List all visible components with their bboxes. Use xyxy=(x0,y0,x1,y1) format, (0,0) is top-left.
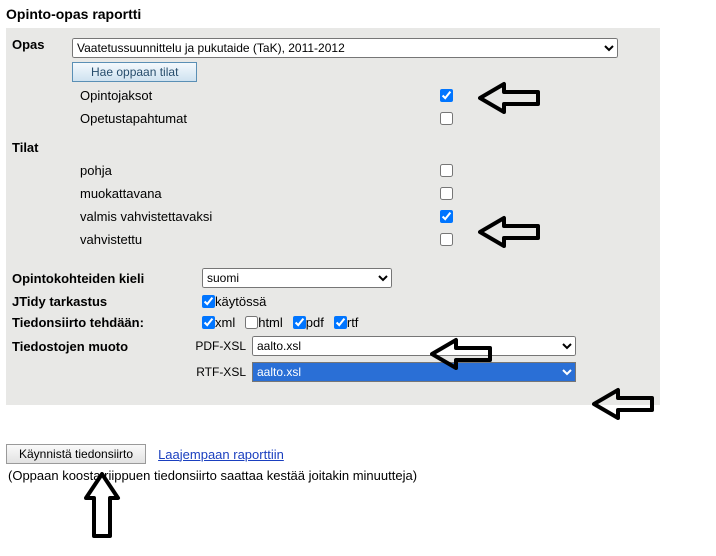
bottom-bar: Käynnistä tiedonsiirto Laajempaan raport… xyxy=(6,444,660,487)
report-panel: Opas Vaatetussuunnittelu ja pukutaide (T… xyxy=(6,28,660,405)
opetustapahtumat-label: Opetustapahtumat xyxy=(12,111,440,126)
opintojaksot-label: Opintojaksot xyxy=(12,88,440,103)
jtidy-checkbox[interactable] xyxy=(202,295,215,308)
fileformat-label: Tiedostojen muoto xyxy=(12,339,182,354)
kieli-label: Opintokohteiden kieli xyxy=(12,271,202,286)
pdf-xsl-label: PDF-XSL xyxy=(182,339,252,353)
html-checkbox[interactable] xyxy=(245,316,258,329)
pohja-label: pohja xyxy=(12,163,440,178)
valmis-checkbox[interactable] xyxy=(440,210,453,223)
muokattavana-checkbox[interactable] xyxy=(440,187,453,200)
rtf-xsl-select[interactable]: aalto.xsl xyxy=(252,362,576,382)
opintojaksot-checkbox[interactable] xyxy=(440,89,453,102)
transfer-label: Tiedonsiirto tehdään: xyxy=(12,315,202,330)
muokattavana-label: muokattavana xyxy=(12,186,440,201)
vahvistettu-checkbox[interactable] xyxy=(440,233,453,246)
rtf-xsl-label: RTF-XSL xyxy=(182,365,252,379)
opas-select[interactable]: Vaatetussuunnittelu ja pukutaide (TaK), … xyxy=(72,38,618,58)
opas-label: Opas xyxy=(12,37,72,52)
jtidy-checkbox-label: käytössä xyxy=(215,294,266,309)
xml-label: xml xyxy=(215,315,235,330)
launch-transfer-button[interactable]: Käynnistä tiedonsiirto xyxy=(6,444,146,464)
jtidy-label: JTidy tarkastus xyxy=(12,294,202,309)
pohja-checkbox[interactable] xyxy=(440,164,453,177)
tilat-header: Tilat xyxy=(6,130,660,159)
html-label: html xyxy=(258,315,283,330)
duration-note: (Oppaan koosta riippuen tiedonsiirto saa… xyxy=(6,464,660,487)
rtf-checkbox[interactable] xyxy=(334,316,347,329)
kieli-select[interactable]: suomi xyxy=(202,268,392,288)
vahvistettu-label: vahvistettu xyxy=(12,232,440,247)
xml-checkbox[interactable] xyxy=(202,316,215,329)
hae-oppaan-tilat-button[interactable]: Hae oppaan tilat xyxy=(72,62,197,82)
page-title: Opinto-opas raportti xyxy=(6,6,141,22)
laajempaan-raporttiin-link[interactable]: Laajempaan raporttiin xyxy=(158,447,284,462)
pdf-xsl-select[interactable]: aalto.xsl xyxy=(252,336,576,356)
rtf-label: rtf xyxy=(347,315,359,330)
pdf-label: pdf xyxy=(306,315,324,330)
valmis-label: valmis vahvistettavaksi xyxy=(12,209,440,224)
pdf-checkbox[interactable] xyxy=(293,316,306,329)
opetustapahtumat-checkbox[interactable] xyxy=(440,112,453,125)
